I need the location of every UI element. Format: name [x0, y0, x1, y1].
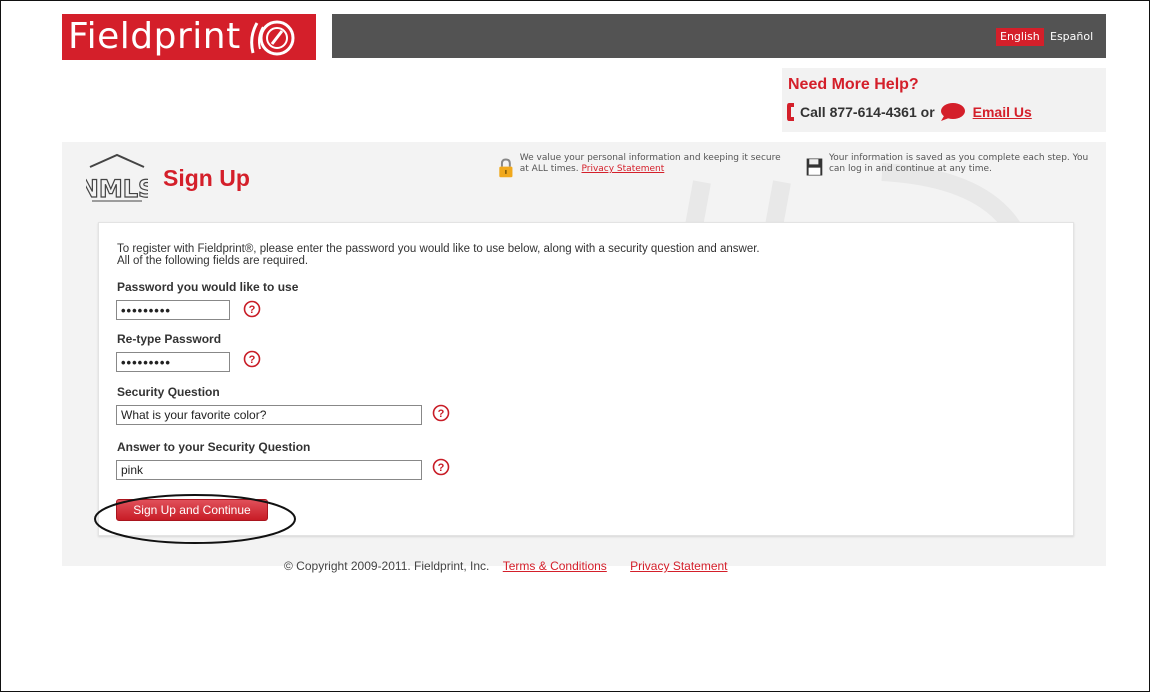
logo-mark-icon — [249, 20, 295, 56]
intro-line-2: All of the following fields are required… — [117, 255, 309, 267]
security-question-label: Security Question — [117, 385, 220, 399]
privacy-statement-link-footer[interactable]: Privacy Statement — [630, 559, 727, 573]
retype-password-field[interactable]: ••••••••• — [116, 352, 230, 372]
answer-help-icon[interactable]: ? — [432, 458, 450, 476]
logo-text: Fieldprint — [68, 16, 241, 57]
language-english[interactable]: English — [996, 28, 1044, 46]
floppy-disk-icon — [806, 158, 823, 176]
footer: © Copyright 2009-2011. Fieldprint, Inc. … — [284, 559, 728, 573]
svg-text:?: ? — [438, 408, 445, 420]
security-note: We value your personal information and k… — [498, 153, 788, 183]
privacy-statement-link-top[interactable]: Privacy Statement — [581, 164, 664, 174]
page-title: Sign Up — [163, 165, 250, 191]
chat-bubble-icon — [940, 103, 965, 121]
svg-text:?: ? — [249, 354, 256, 366]
security-answer-field[interactable]: pink — [116, 460, 422, 480]
retype-help-icon[interactable]: ? — [243, 350, 261, 368]
retype-password-label: Re-type Password — [117, 332, 222, 346]
phone-icon — [787, 103, 794, 121]
signup-form-panel — [98, 222, 1074, 536]
help-contact: Call 877-614-4361 or Email Us — [786, 102, 1032, 122]
nmls-logo-icon: NMLS — [86, 153, 148, 204]
email-us-link[interactable]: Email Us — [973, 104, 1032, 120]
help-box: Need More Help? Call 877-614-4361 or Ema… — [782, 68, 1106, 132]
copyright-text: © Copyright 2009-2011. Fieldprint, Inc. — [284, 559, 490, 573]
password-label: Password you would like to use — [117, 280, 299, 294]
fieldprint-logo[interactable]: Fieldprint — [62, 14, 316, 60]
save-note-text: Your information is saved as you complet… — [828, 153, 1089, 174]
password-field[interactable]: ••••••••• — [116, 300, 230, 320]
call-text: Call 877-614-4361 or — [800, 104, 935, 120]
question-help-icon[interactable]: ? — [432, 404, 450, 422]
help-title: Need More Help? — [788, 76, 919, 93]
svg-text:?: ? — [438, 462, 445, 474]
form-intro: To register with Fieldprint®, please ent… — [117, 243, 1017, 267]
lock-icon — [499, 158, 513, 178]
svg-text:NMLS: NMLS — [86, 175, 148, 203]
language-spanish[interactable]: Español — [1046, 28, 1097, 46]
security-answer-label: Answer to your Security Question — [117, 440, 311, 454]
security-question-field[interactable]: What is your favorite color? — [116, 405, 422, 425]
save-note: Your information is saved as you complet… — [806, 153, 1106, 181]
highlight-ellipse — [94, 494, 296, 544]
terms-link[interactable]: Terms & Conditions — [503, 559, 607, 573]
intro-line-1: To register with Fieldprint®, please ent… — [117, 243, 760, 255]
top-bar — [332, 14, 1106, 58]
svg-text:?: ? — [249, 304, 256, 316]
password-help-icon[interactable]: ? — [243, 300, 261, 318]
